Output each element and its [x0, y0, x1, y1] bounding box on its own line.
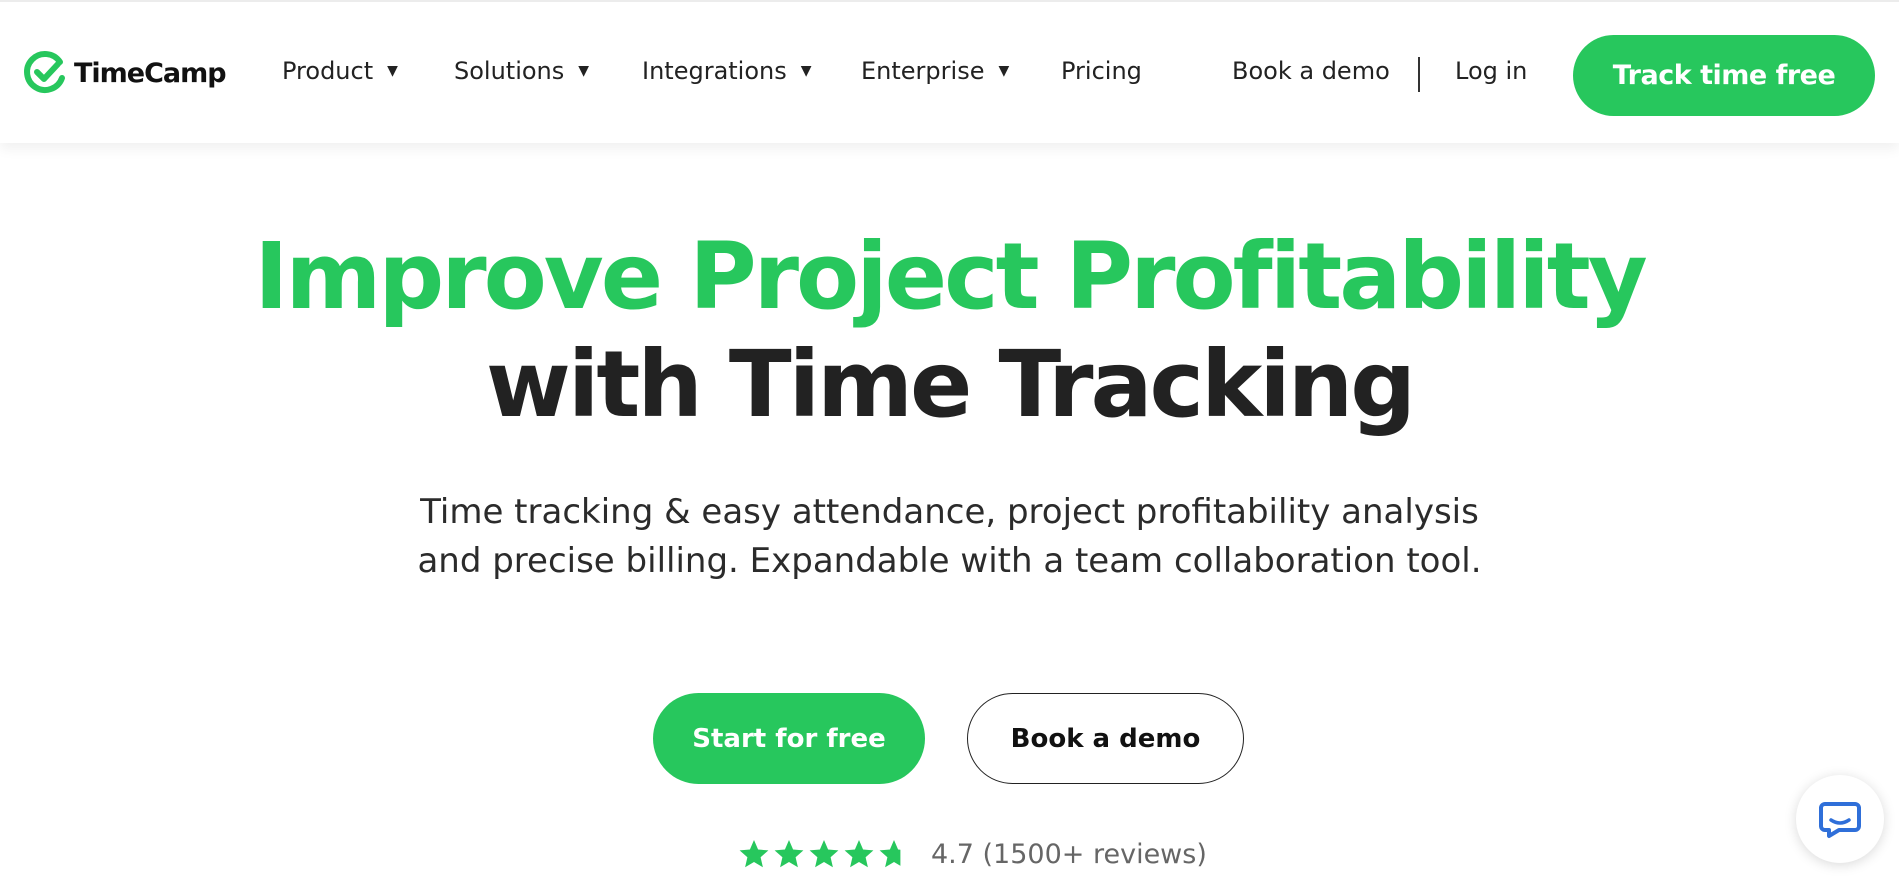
- start-for-free-button[interactable]: Start for free: [653, 693, 925, 784]
- nav-solutions[interactable]: Solutions ▼: [454, 57, 589, 85]
- chevron-down-icon: ▼: [387, 63, 398, 79]
- rating-stars: [738, 838, 913, 870]
- book-demo-button[interactable]: Book a demo: [967, 693, 1244, 784]
- hero-subtitle-line2: and precise billing. Expandable with a t…: [417, 541, 1482, 581]
- logo-text: TimeCamp: [74, 57, 227, 89]
- nav-product[interactable]: Product ▼: [282, 57, 398, 85]
- star-icon: [739, 840, 769, 868]
- star-icon: [774, 840, 804, 868]
- nav-integrations[interactable]: Integrations ▼: [642, 57, 812, 85]
- rating: 4.7 (1500+ reviews): [738, 838, 1207, 870]
- chevron-down-icon: ▼: [800, 63, 812, 79]
- hero-subtitle: Time tracking & easy attendance, project…: [0, 488, 1899, 586]
- track-time-free-button[interactable]: Track time free: [1573, 35, 1875, 116]
- site-header: TimeCamp Product ▼ Solutions ▼ Integrati…: [0, 0, 1899, 143]
- chat-bubble-icon: [1819, 802, 1861, 838]
- nav-enterprise[interactable]: Enterprise ▼: [861, 57, 1009, 85]
- nav-solutions-label: Solutions: [454, 57, 565, 85]
- hero-title-line2: with Time Tracking: [485, 331, 1416, 438]
- nav-pricing[interactable]: Pricing: [1061, 57, 1142, 85]
- chat-widget-button[interactable]: [1796, 775, 1884, 863]
- star-icon: [809, 840, 839, 868]
- nav-pricing-label: Pricing: [1061, 57, 1142, 85]
- star-icon: [844, 840, 874, 868]
- checkmark-circle-icon: [24, 51, 65, 93]
- chevron-down-icon: ▼: [998, 63, 1010, 79]
- book-demo-link[interactable]: Book a demo: [1232, 57, 1390, 85]
- nav-divider: [1418, 57, 1420, 92]
- login-link[interactable]: Log in: [1455, 57, 1527, 85]
- rating-text: 4.7 (1500+ reviews): [931, 838, 1207, 870]
- nav-enterprise-label: Enterprise: [861, 57, 985, 85]
- hero-title-line1: Improve Project Profitability: [254, 223, 1647, 330]
- star-icon: [879, 840, 901, 868]
- hero-subtitle-line1: Time tracking & easy attendance, project…: [420, 492, 1479, 532]
- nav-integrations-label: Integrations: [642, 57, 787, 85]
- chevron-down-icon: ▼: [578, 63, 590, 79]
- nav-product-label: Product: [282, 57, 374, 85]
- timecamp-logo[interactable]: TimeCamp: [22, 50, 227, 96]
